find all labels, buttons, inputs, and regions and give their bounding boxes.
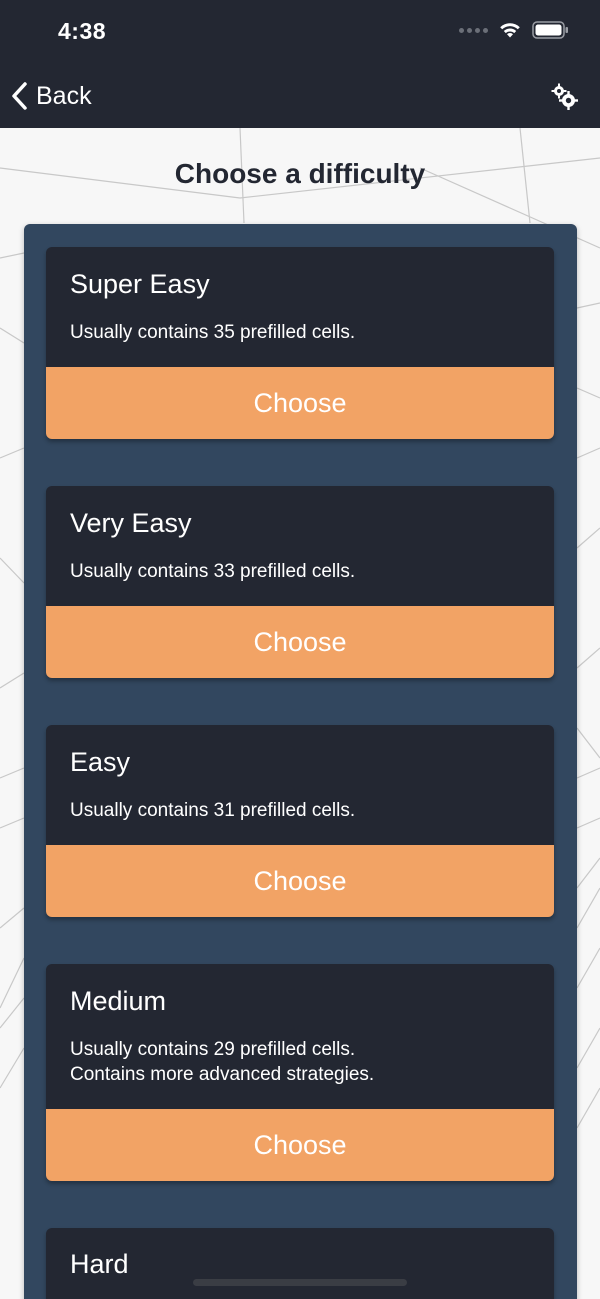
choose-button[interactable]: Choose: [46, 1109, 554, 1181]
difficulty-card-super-easy: Super Easy Usually contains 35 prefilled…: [46, 247, 554, 439]
settings-button[interactable]: [544, 76, 584, 116]
status-time: 4:38: [58, 18, 107, 44]
difficulty-title: Medium: [70, 986, 167, 1016]
difficulty-description: Usually contains 33 prefilled cells.: [70, 561, 356, 582]
difficulty-description: Usually contains 35 prefilled cells.: [70, 322, 356, 343]
choose-button[interactable]: Choose: [46, 845, 554, 917]
description-line: Contains more advanced strategies.: [70, 1064, 375, 1085]
difficulty-title: Easy: [70, 747, 131, 777]
choose-button[interactable]: Choose: [46, 606, 554, 678]
difficulty-title: Super Easy: [70, 269, 210, 299]
home-indicator: [193, 1279, 407, 1286]
wifi-icon: [500, 23, 520, 38]
difficulty-title: Hard: [70, 1249, 129, 1279]
battery-icon: [532, 21, 568, 39]
difficulty-description: Usually contains 29 prefilled cells. Con…: [70, 1037, 374, 1087]
back-button[interactable]: Back: [10, 78, 92, 114]
difficulty-card-medium: Medium Usually contains 29 prefilled cel…: [46, 964, 554, 1181]
choose-button[interactable]: Choose: [46, 367, 554, 439]
difficulty-card-very-easy: Very Easy Usually contains 33 prefilled …: [46, 486, 554, 678]
gears-icon: [551, 83, 578, 110]
description-line: Usually contains 29 prefilled cells.: [70, 1039, 356, 1060]
page-title: Choose a difficulty: [174, 158, 426, 189]
chevron-left-icon: [12, 82, 27, 110]
difficulty-description: Usually contains 31 prefilled cells.: [70, 800, 356, 821]
navigation-bar: Back: [0, 64, 600, 128]
status-icons: [459, 20, 570, 40]
status-bar: 4:38: [0, 0, 600, 64]
difficulty-title: Very Easy: [70, 508, 192, 538]
back-label: Back: [36, 81, 92, 110]
difficulty-card-hard: Hard: [46, 1228, 554, 1299]
difficulty-card-easy: Easy Usually contains 31 prefilled cells…: [46, 725, 554, 917]
signal-icon: [459, 27, 488, 33]
